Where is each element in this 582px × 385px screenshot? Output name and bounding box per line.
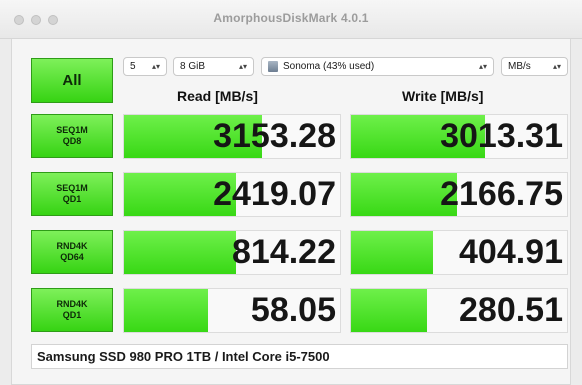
test-size-select[interactable]: 8 GiB ▴▾ xyxy=(173,57,254,76)
test-button-seq1m-qd8[interactable]: SEQ1M QD8 xyxy=(31,114,113,158)
test-button-line2: QD8 xyxy=(62,136,82,146)
read-result-cell: 58.05 xyxy=(123,288,341,333)
test-count-select[interactable]: 5 ▴▾ xyxy=(123,57,167,76)
test-button-line1: RND4K xyxy=(56,241,88,251)
test-button-line2: QD1 xyxy=(62,310,82,320)
write-speed-value: 404.91 xyxy=(459,233,563,271)
test-button-line1: SEQ1M xyxy=(56,183,88,193)
read-speed-value: 2419.07 xyxy=(213,175,336,213)
title-bar: AmorphousDiskMark 4.0.1 xyxy=(0,0,582,39)
write-result-cell: 2166.75 xyxy=(350,172,568,217)
chevron-updown-icon: ▴▾ xyxy=(238,62,247,71)
read-column-header: Read [MB/s] xyxy=(177,88,258,104)
disk-icon xyxy=(268,61,278,72)
test-button-rnd4k-qd1[interactable]: RND4K QD1 xyxy=(31,288,113,332)
write-result-cell: 280.51 xyxy=(350,288,568,333)
test-count-value: 5 xyxy=(130,61,136,72)
run-all-button[interactable]: All xyxy=(31,58,113,103)
test-button-seq1m-qd1[interactable]: SEQ1M QD1 xyxy=(31,172,113,216)
write-progress-bar xyxy=(351,289,427,332)
read-speed-value: 814.22 xyxy=(232,233,336,271)
write-column-header: Write [MB/s] xyxy=(402,88,484,104)
chevron-updown-icon: ▴▾ xyxy=(151,62,160,71)
test-button-line1: RND4K xyxy=(56,299,88,309)
write-result-cell: 404.91 xyxy=(350,230,568,275)
write-progress-bar xyxy=(351,231,434,274)
read-result-cell: 814.22 xyxy=(123,230,341,275)
app-window: AmorphousDiskMark 4.0.1 All 5 ▴▾ 8 GiB ▴… xyxy=(0,0,582,385)
test-button-rnd4k-qd64[interactable]: RND4K QD64 xyxy=(31,230,113,274)
read-result-cell: 2419.07 xyxy=(123,172,341,217)
read-speed-value: 58.05 xyxy=(250,291,336,329)
chevron-updown-icon: ▴▾ xyxy=(478,62,487,71)
test-button-line1: SEQ1M xyxy=(56,125,88,135)
target-disk-select[interactable]: Sonoma (43% used) ▴▾ xyxy=(261,57,494,76)
test-button-line2: QD1 xyxy=(62,194,82,204)
write-speed-value: 3013.31 xyxy=(440,117,563,155)
chevron-updown-icon: ▴▾ xyxy=(552,62,561,71)
comment-field[interactable]: Samsung SSD 980 PRO 1TB / Intel Core i5-… xyxy=(31,344,568,369)
write-speed-value: 2166.75 xyxy=(440,175,563,213)
window-title: AmorphousDiskMark 4.0.1 xyxy=(213,11,369,25)
read-progress-bar xyxy=(124,231,237,274)
write-result-cell: 3013.31 xyxy=(350,114,568,159)
unit-select[interactable]: MB/s ▴▾ xyxy=(501,57,568,76)
test-button-line2: QD64 xyxy=(60,252,84,262)
target-disk-value: Sonoma (43% used) xyxy=(283,61,375,72)
read-progress-bar xyxy=(124,289,209,332)
read-speed-value: 3153.28 xyxy=(213,117,336,155)
unit-value: MB/s xyxy=(508,61,531,72)
test-size-value: 8 GiB xyxy=(180,61,206,72)
write-speed-value: 280.51 xyxy=(459,291,563,329)
read-result-cell: 3153.28 xyxy=(123,114,341,159)
